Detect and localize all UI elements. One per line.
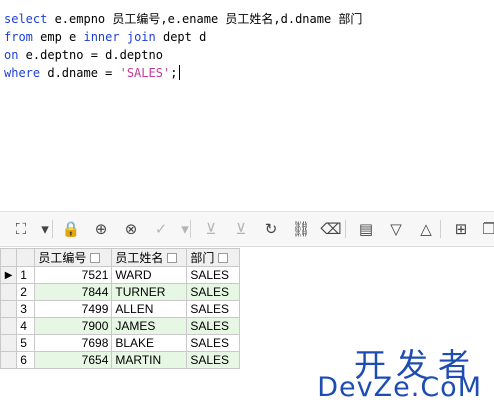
- code-line-4: where d.dname = 'SALES';: [4, 64, 181, 82]
- column-header-ename[interactable]: 员工姓名: [111, 248, 188, 267]
- column-header-label: 员工姓名: [115, 251, 164, 265]
- row-number: 2: [16, 283, 36, 301]
- download-icon[interactable]: ⊻: [200, 218, 222, 240]
- keyword-on: on: [4, 48, 19, 62]
- code-text: e.empno 员工编号,e.ename 员工姓名,d.dname 部门: [47, 12, 363, 26]
- cell-ename[interactable]: BLAKE: [111, 334, 188, 352]
- code-text: emp e: [32, 30, 84, 44]
- row-selector[interactable]: [0, 317, 18, 335]
- watermark-logo-domain: DevZe.CoM: [317, 372, 482, 403]
- toolbar-separator: [190, 220, 191, 238]
- toolbar-separator: [440, 220, 441, 238]
- keyword-inner: inner: [83, 30, 120, 44]
- result-toolbar: ⛶ ▾ 🔒 ⊕ ⊗ ✓ ▾ ⊻ ⊻ ↻ ⛓ ⌫ ▤ ▽ △ ⊞ ❐: [0, 212, 494, 247]
- download-all-icon[interactable]: ⊻: [230, 218, 252, 240]
- column-filter-box[interactable]: [90, 253, 101, 263]
- column-header-label: 部门: [190, 251, 215, 265]
- cell-dname[interactable]: SALES: [186, 351, 240, 369]
- apply-icon[interactable]: ✓: [150, 218, 172, 240]
- string-literal: 'SALES': [119, 66, 171, 80]
- cell-dname[interactable]: SALES: [186, 317, 240, 335]
- lock-icon[interactable]: 🔒: [60, 218, 82, 240]
- eraser-icon[interactable]: ⌫: [320, 218, 342, 240]
- row-selector[interactable]: [0, 283, 18, 301]
- table-row[interactable]: 6 7654 MARTIN SALES: [0, 351, 240, 369]
- cell-dname[interactable]: SALES: [186, 283, 240, 301]
- column-header-dname[interactable]: 部门: [186, 248, 240, 267]
- cell-ename[interactable]: WARD: [111, 266, 188, 284]
- copy-icon[interactable]: ❐: [478, 218, 494, 240]
- grid-header-row: 员工编号 员工姓名 部门: [0, 248, 240, 267]
- row-number: 3: [16, 300, 36, 318]
- cell-dname[interactable]: SALES: [186, 334, 240, 352]
- add-row-icon[interactable]: ⊕: [90, 218, 112, 240]
- cell-ename[interactable]: JAMES: [111, 317, 188, 335]
- cell-ename[interactable]: MARTIN: [111, 351, 188, 369]
- keyword-select: select: [4, 12, 48, 26]
- table-row[interactable]: 5 7698 BLAKE SALES: [0, 334, 240, 352]
- text-caret: [179, 65, 181, 80]
- row-selector[interactable]: [0, 300, 18, 318]
- keyword-where: where: [4, 66, 41, 80]
- row-number: 5: [16, 334, 36, 352]
- code-text: dept d: [155, 30, 207, 44]
- sort-desc-icon[interactable]: ▽: [385, 218, 407, 240]
- column-filter-box[interactable]: [167, 253, 178, 263]
- grid-corner[interactable]: [0, 248, 18, 267]
- cell-ename[interactable]: TURNER: [111, 283, 188, 301]
- cell-empno[interactable]: 7499: [34, 300, 113, 318]
- tree-view-icon[interactable]: ⊞: [450, 218, 472, 240]
- sort-asc-icon[interactable]: △: [415, 218, 437, 240]
- row-selector[interactable]: ▶: [0, 266, 18, 284]
- row-number-header: [16, 248, 36, 267]
- code-text: d.dname =: [40, 66, 120, 80]
- result-grid[interactable]: 员工编号 员工姓名 部门 ▶ 1 7521 WARD SALES 2 7844 TURNER S…: [0, 248, 240, 369]
- refresh-icon[interactable]: ↻: [260, 218, 282, 240]
- code-text: ;: [170, 66, 178, 80]
- code-line-1: select e.empno 员工编号,e.ename 员工姓名,d.dname…: [4, 10, 362, 28]
- table-row[interactable]: 3 7499 ALLEN SALES: [0, 300, 240, 318]
- table-row[interactable]: 4 7900 JAMES SALES: [0, 317, 240, 335]
- table-row[interactable]: 2 7844 TURNER SALES: [0, 283, 240, 301]
- column-header-label: 员工编号: [38, 251, 87, 265]
- cell-dname[interactable]: SALES: [186, 266, 240, 284]
- grid-options-icon[interactable]: ⛶: [10, 218, 32, 240]
- delete-row-icon[interactable]: ⊗: [120, 218, 142, 240]
- sql-editor[interactable]: select e.empno 员工编号,e.ename 员工姓名,d.dname…: [0, 0, 494, 212]
- toolbar-separator: [52, 220, 53, 238]
- row-selector[interactable]: [0, 334, 18, 352]
- cell-empno[interactable]: 7521: [34, 266, 113, 284]
- table-view-icon[interactable]: ▤: [355, 218, 377, 240]
- cell-empno[interactable]: 7654: [34, 351, 113, 369]
- code-line-2: from emp e inner join dept d: [4, 28, 206, 46]
- column-filter-box[interactable]: [218, 253, 229, 263]
- row-number: 1: [16, 266, 36, 284]
- row-selector[interactable]: [0, 351, 18, 369]
- cell-empno[interactable]: 7900: [34, 317, 113, 335]
- code-text: e.deptno = d.deptno: [18, 48, 163, 62]
- table-row[interactable]: ▶ 1 7521 WARD SALES: [0, 266, 240, 284]
- code-line-3: on e.deptno = d.deptno: [4, 46, 163, 64]
- apply-dropdown-icon[interactable]: ▾: [174, 218, 196, 240]
- cell-empno[interactable]: 7844: [34, 283, 113, 301]
- binoculars-icon[interactable]: ⛓: [290, 218, 312, 240]
- column-header-empno[interactable]: 员工编号: [34, 248, 113, 267]
- row-number: 6: [16, 351, 36, 369]
- toolbar-separator: [345, 220, 346, 238]
- keyword-join: join: [126, 30, 156, 44]
- cell-empno[interactable]: 7698: [34, 334, 113, 352]
- cell-ename[interactable]: ALLEN: [111, 300, 188, 318]
- keyword-from: from: [4, 30, 33, 44]
- row-number: 4: [16, 317, 36, 335]
- cell-dname[interactable]: SALES: [186, 300, 240, 318]
